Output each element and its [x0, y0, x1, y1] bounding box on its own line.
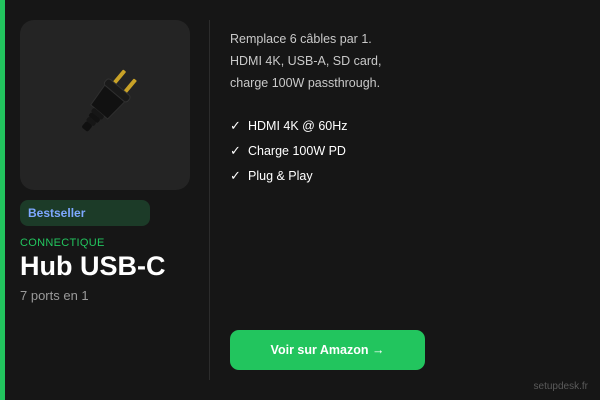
product-image: [20, 20, 190, 190]
description-line: HDMI 4K, USB-A, SD card,: [230, 54, 382, 68]
check-icon: ✓: [230, 167, 241, 183]
feature-label: Plug & Play: [248, 168, 313, 183]
feature-item: ✓ Charge 100W PD: [230, 138, 580, 163]
badge-label: Bestseller: [28, 206, 86, 220]
description-line: Remplace 6 câbles par 1.: [230, 32, 372, 46]
feature-label: HDMI 4K @ 60Hz: [248, 118, 348, 133]
product-card: Bestseller CONNECTIQUE Hub USB-C 7 ports…: [0, 0, 600, 400]
product-summary: Bestseller CONNECTIQUE Hub USB-C 7 ports…: [20, 20, 190, 303]
product-subtitle: 7 ports en 1: [20, 288, 89, 303]
plug-icon: [82, 69, 137, 132]
column-divider: [209, 20, 210, 380]
check-icon: ✓: [230, 142, 241, 158]
product-description: Remplace 6 câbles par 1. HDMI 4K, USB-A,…: [230, 28, 580, 94]
feature-item: ✓ HDMI 4K @ 60Hz: [230, 113, 580, 138]
check-icon: ✓: [230, 117, 241, 133]
accent-bar: [0, 0, 5, 400]
feature-list: ✓ HDMI 4K @ 60Hz ✓ Charge 100W PD ✓ Plug…: [230, 113, 580, 188]
view-on-amazon-button[interactable]: Voir sur Amazon →: [230, 330, 425, 370]
site-watermark: setupdesk.fr: [533, 381, 588, 392]
bestseller-badge: Bestseller: [20, 200, 150, 226]
product-category: CONNECTIQUE: [20, 237, 105, 249]
feature-label: Charge 100W PD: [248, 143, 346, 158]
product-details: Remplace 6 câbles par 1. HDMI 4K, USB-A,…: [230, 28, 580, 188]
feature-item: ✓ Plug & Play: [230, 163, 580, 188]
product-title: Hub USB-C: [20, 251, 166, 281]
description-line: charge 100W passthrough.: [230, 76, 381, 90]
